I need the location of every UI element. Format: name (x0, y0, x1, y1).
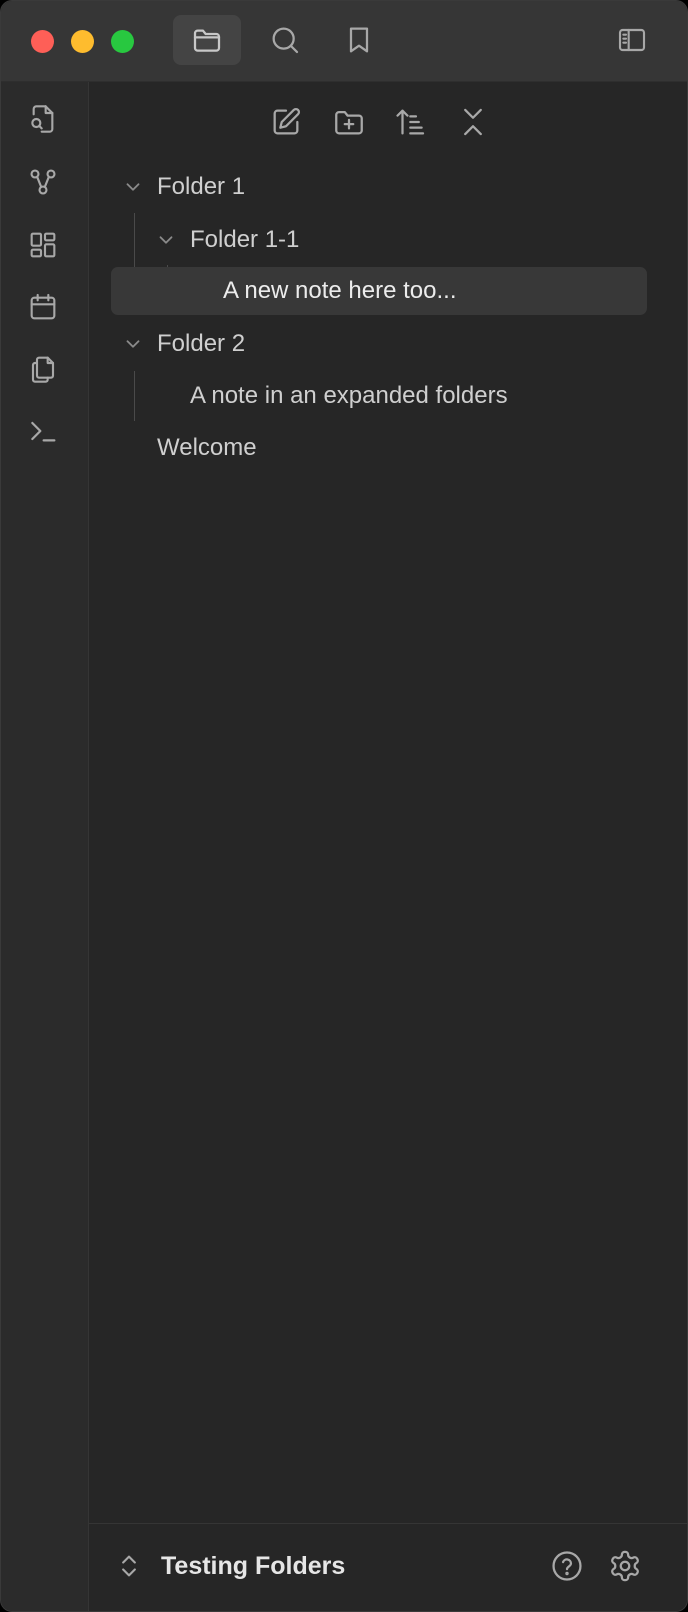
tree-folder-folder-2[interactable]: Folder 2 (111, 319, 665, 369)
tree-item-label: Folder 1 (157, 173, 246, 200)
sort-button[interactable] (391, 102, 431, 142)
collapse-all-icon (464, 108, 482, 136)
vault-name[interactable]: Testing Folders (161, 1552, 345, 1581)
ribbon-canvas[interactable] (26, 228, 60, 262)
vault-switcher-button[interactable] (111, 1548, 147, 1584)
file-search-icon (31, 105, 54, 133)
sidebar-toggle-icon (618, 28, 646, 52)
terminal-icon (31, 421, 56, 442)
calendar-icon (30, 293, 56, 320)
explorer-actions (89, 102, 687, 142)
tree-item-label: Folder 1-1 (190, 226, 300, 253)
left-ribbon (1, 82, 89, 1611)
bookmark-icon (349, 27, 369, 53)
tree-note-welcome[interactable]: Welcome (111, 423, 665, 473)
tree-folder-folder-1[interactable]: Folder 1 (111, 162, 665, 212)
ribbon-daily-note[interactable] (26, 290, 60, 324)
chevrons-up-down-icon (122, 1555, 136, 1577)
tree-item-label: Welcome (157, 434, 257, 461)
tree-item-label: A note in an expanded folders (190, 382, 508, 409)
tree-note-a-note-in-an-expanded-folders[interactable]: A note in an expanded folders (111, 371, 665, 421)
collapse-all-button[interactable] (453, 102, 493, 142)
new-note-icon (273, 107, 301, 135)
tree-folder-folder-1-1[interactable]: Folder 1-1 (111, 215, 665, 265)
tree-item-label: A new note here too... (223, 277, 457, 304)
chevron-down-icon (121, 175, 145, 199)
search-icon (272, 27, 299, 54)
file-explorer: Folder 1 Folder 1-1 A new note here too.… (89, 82, 687, 1522)
help-button[interactable] (547, 1546, 587, 1586)
folder-icon (193, 29, 221, 52)
title-bar (1, 1, 687, 82)
ribbon-quick-switcher[interactable] (26, 102, 60, 136)
app-window: Folder 1 Folder 1-1 A new note here too.… (0, 0, 688, 1612)
zoom-window-button[interactable] (111, 30, 134, 53)
new-folder-button[interactable] (329, 102, 369, 142)
minimize-window-button[interactable] (71, 30, 94, 53)
chevron-down-icon (121, 332, 145, 356)
tab-files[interactable] (173, 15, 241, 65)
tree-item-label: Folder 2 (157, 330, 246, 357)
copy-icon (31, 356, 55, 383)
sort-icon (396, 109, 425, 135)
close-window-button[interactable] (31, 30, 54, 53)
graph-icon (30, 169, 56, 195)
tab-bookmarks[interactable] (325, 15, 393, 65)
gear-icon (611, 1550, 639, 1582)
tree-note-a-new-note-here-too[interactable]: A new note here too... (111, 267, 647, 315)
ribbon-templates[interactable] (26, 352, 60, 386)
new-folder-icon (335, 110, 363, 135)
settings-button[interactable] (605, 1546, 645, 1586)
help-icon (552, 1551, 582, 1581)
toggle-sidebar-button[interactable] (609, 15, 655, 65)
chevron-down-icon (154, 228, 178, 252)
vault-footer: Testing Folders (89, 1523, 687, 1611)
tab-search[interactable] (251, 15, 319, 65)
layout-dashboard-icon (30, 232, 56, 258)
ribbon-command-palette[interactable] (26, 414, 60, 448)
new-note-button[interactable] (266, 102, 306, 142)
ribbon-graph-view[interactable] (26, 165, 60, 199)
